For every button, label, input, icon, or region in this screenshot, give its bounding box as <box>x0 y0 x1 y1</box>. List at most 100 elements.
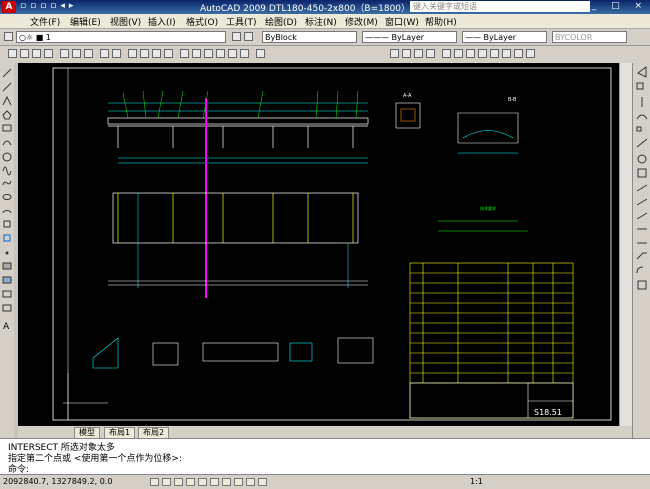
drawing-area[interactable]: A-A B-B 技术要求 S18.51 <box>18 63 619 426</box>
osnap-icon[interactable] <box>478 49 487 58</box>
otrack-mode-icon[interactable] <box>210 478 219 486</box>
section-aa-view <box>395 102 421 129</box>
list-icon[interactable] <box>414 49 423 58</box>
balloon-leaders <box>122 90 359 119</box>
search-input[interactable]: 键入关键字或短语 <box>410 1 590 12</box>
cut-icon[interactable] <box>60 49 69 58</box>
help-icon[interactable] <box>256 49 265 58</box>
autocad-logo-icon[interactable]: A <box>2 1 16 13</box>
paste-icon[interactable] <box>84 49 93 58</box>
open-icon[interactable] <box>20 49 29 58</box>
tool-palettes-icon[interactable] <box>204 49 213 58</box>
gradient-icon <box>2 276 12 284</box>
lineweight-dropdown[interactable]: —— ByLayer <box>462 31 547 43</box>
section-bb-view <box>457 112 519 154</box>
make-current-icon[interactable] <box>232 32 241 41</box>
move-icon <box>636 138 648 148</box>
snap-icon[interactable] <box>454 49 463 58</box>
linetype-value: ByLayer <box>391 33 425 42</box>
layout-tabs: 模型 布局1 布局2 <box>18 426 619 439</box>
plotstyle-dropdown[interactable]: BYCOLOR <box>552 31 627 43</box>
properties-icon[interactable] <box>180 49 189 58</box>
dyn-mode-icon[interactable] <box>234 478 243 486</box>
otrack-icon[interactable] <box>490 49 499 58</box>
detail-views <box>92 337 374 369</box>
mtext-icon: A <box>3 322 10 332</box>
annotation-scale[interactable]: 1:1 <box>470 477 483 486</box>
osnap-mode-icon[interactable] <box>198 478 207 486</box>
ortho-icon[interactable] <box>442 49 451 58</box>
grid-mode-icon[interactable] <box>162 478 171 486</box>
quick-access-toolbar[interactable]: ▫▫▫▫◂▸ <box>20 1 77 11</box>
grid-icon[interactable] <box>466 49 475 58</box>
dyn-icon[interactable] <box>502 49 511 58</box>
undo-icon[interactable] <box>100 49 109 58</box>
pan-icon[interactable] <box>128 49 137 58</box>
distance-icon[interactable] <box>390 49 399 58</box>
sheet-set-icon[interactable] <box>216 49 225 58</box>
array-icon <box>636 126 642 132</box>
layer-previous-icon[interactable] <box>244 32 253 41</box>
menu-help[interactable]: 帮助(H) <box>425 15 457 28</box>
window-controls[interactable]: _ □ × <box>592 1 648 11</box>
menu-draw[interactable]: 绘图(D) <box>265 15 297 28</box>
polar-mode-icon[interactable] <box>186 478 195 486</box>
lwt-mode-icon[interactable] <box>246 478 255 486</box>
id-point-icon[interactable] <box>426 49 435 58</box>
region-icon <box>2 290 12 298</box>
menu-edit[interactable]: 编辑(E) <box>70 15 101 28</box>
menu-modify[interactable]: 修改(M) <box>345 15 378 28</box>
color-dropdown[interactable]: ByBlock <box>262 31 357 43</box>
layer-dropdown[interactable]: ○☼ ■ 1 <box>16 31 226 43</box>
polyline-icon <box>2 95 12 106</box>
zoom-icon[interactable] <box>140 49 149 58</box>
menu-file[interactable]: 文件(F) <box>30 15 60 28</box>
calculator-icon[interactable] <box>240 49 249 58</box>
zoom-previous-icon[interactable] <box>164 49 173 58</box>
layer-manager-icon[interactable] <box>4 32 13 41</box>
coordinate-readout: 2092840.7, 1327849.2, 0.0 <box>3 477 113 486</box>
design-center-icon[interactable] <box>192 49 201 58</box>
menu-view[interactable]: 视图(V) <box>110 15 141 28</box>
modify-toolbar-icons[interactable] <box>633 63 650 443</box>
command-history-line-2: 指定第二个点或 <使用第一个点作为位移>: <box>8 454 182 464</box>
new-icon[interactable] <box>8 49 17 58</box>
lineweight-value: ByLayer <box>483 33 517 42</box>
snap-mode-icon[interactable] <box>150 478 159 486</box>
elevation-dimensions <box>108 102 368 164</box>
zoom-window-icon[interactable] <box>152 49 161 58</box>
redo-icon[interactable] <box>112 49 121 58</box>
ortho-mode-icon[interactable] <box>174 478 183 486</box>
menu-window[interactable]: 窗口(W) <box>385 15 419 28</box>
revision-cloud-icon <box>2 166 12 176</box>
hatch-icon <box>2 262 12 270</box>
properties-toolbar: ○☼ ■ 1 ByBlock ——— ByLayer —— ByLayer BY… <box>0 29 650 46</box>
menu-tools[interactable]: 工具(T) <box>226 15 257 28</box>
vertical-scrollbar[interactable] <box>619 63 633 426</box>
arc-icon <box>2 140 12 146</box>
lwt-icon[interactable] <box>514 49 523 58</box>
section-aa-label: A-A <box>403 93 412 99</box>
standard-toolbar <box>0 46 650 64</box>
draw-toolbar-icons[interactable]: A <box>0 63 14 447</box>
crosshair-cursor <box>63 373 108 420</box>
elevation-view <box>107 117 369 148</box>
model-icon[interactable] <box>526 49 535 58</box>
menu-format[interactable]: 格式(O) <box>186 15 218 28</box>
linetype-dropdown[interactable]: ——— ByLayer <box>362 31 457 43</box>
save-icon[interactable] <box>32 49 41 58</box>
qp-mode-icon[interactable] <box>258 478 267 486</box>
copy-icon[interactable] <box>72 49 81 58</box>
cad-drawing: A-A B-B 技术要求 S18.51 <box>52 67 612 421</box>
ducs-mode-icon[interactable] <box>222 478 231 486</box>
area-icon[interactable] <box>402 49 411 58</box>
command-window[interactable]: INTERSECT 所选对象太多 指定第二个点或 <使用第一个点作为位移>: 命… <box>0 438 650 475</box>
layer-state-icons: ○☼ ■ <box>19 33 46 42</box>
print-icon[interactable] <box>44 49 53 58</box>
menu-insert[interactable]: 插入(I) <box>148 15 176 28</box>
menu-dimension[interactable]: 标注(N) <box>305 15 337 28</box>
make-block-icon <box>3 234 11 242</box>
trim-icon <box>636 198 648 206</box>
layer-value: 1 <box>45 33 51 42</box>
markup-icon[interactable] <box>228 49 237 58</box>
